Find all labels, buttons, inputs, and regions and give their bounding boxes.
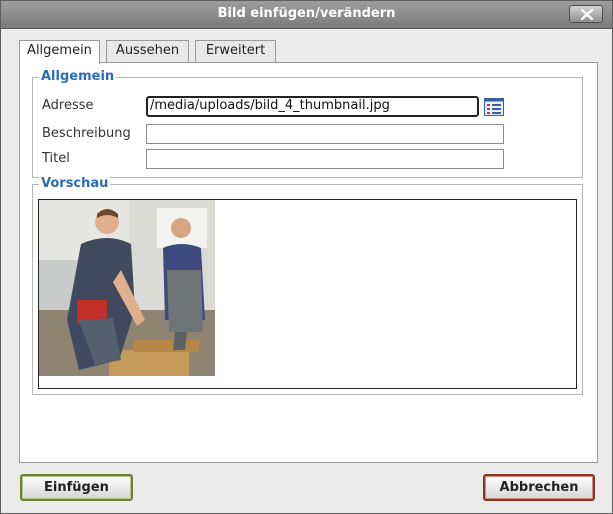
description-label: Beschreibung [42,126,131,141]
address-label: Adresse [42,98,94,113]
tab-erweitert[interactable]: Erweitert [195,40,276,62]
dialog-title: Bild einfügen/verändern [217,6,396,21]
title-input[interactable] [146,149,504,169]
description-input[interactable] [146,124,504,144]
preview-fieldset: Vorschau [32,176,583,395]
insert-button[interactable]: Einfügen [20,474,133,501]
tab-aussehen[interactable]: Aussehen [106,40,189,62]
close-icon [581,9,593,20]
general-fieldset: Allgemein Adresse /media/uploads/bild_4_… [32,69,583,178]
close-button[interactable] [569,5,603,23]
general-legend: Allgemein [39,69,117,84]
file-browser-icon[interactable] [484,98,504,116]
dialog-window: Bild einfügen/verändern Allgemein Ausseh… [0,0,613,514]
preview-legend: Vorschau [39,176,111,191]
preview-image [39,200,215,376]
cancel-button[interactable]: Abbrechen [483,474,595,501]
tab-allgemein[interactable]: Allgemein [19,40,100,64]
title-bar[interactable]: Bild einfügen/verändern [1,1,612,29]
address-input[interactable]: /media/uploads/bild_4_thumbnail.jpg [146,96,479,117]
tab-panel: Allgemein Adresse /media/uploads/bild_4_… [19,62,598,463]
title-label: Titel [42,151,70,166]
preview-area [38,199,577,389]
